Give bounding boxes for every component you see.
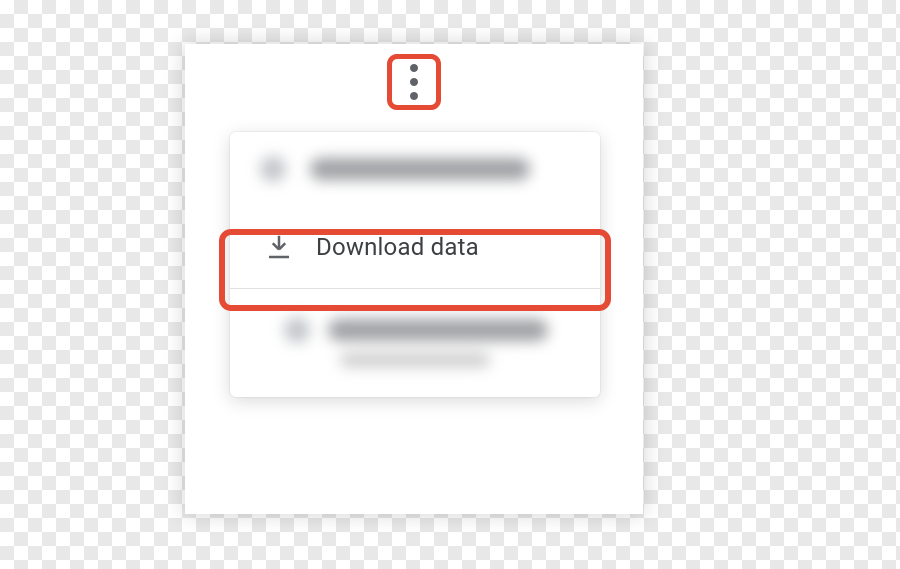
kebab-highlight-box <box>387 54 441 110</box>
options-panel: Download data <box>185 44 643 514</box>
download-data-menu-item[interactable]: Download data <box>230 206 600 288</box>
blurred-icon <box>282 315 312 345</box>
blurred-sublabel <box>340 353 490 367</box>
menu-item-blurred-1 <box>230 132 600 206</box>
dropdown-menu: Download data <box>230 132 600 397</box>
download-data-label: Download data <box>316 233 479 261</box>
blurred-label <box>328 319 548 341</box>
more-options-button[interactable] <box>392 59 436 105</box>
blurred-icon <box>258 154 288 184</box>
blurred-label <box>310 158 530 180</box>
download-icon <box>264 232 294 262</box>
menu-item-blurred-2 <box>230 289 600 397</box>
